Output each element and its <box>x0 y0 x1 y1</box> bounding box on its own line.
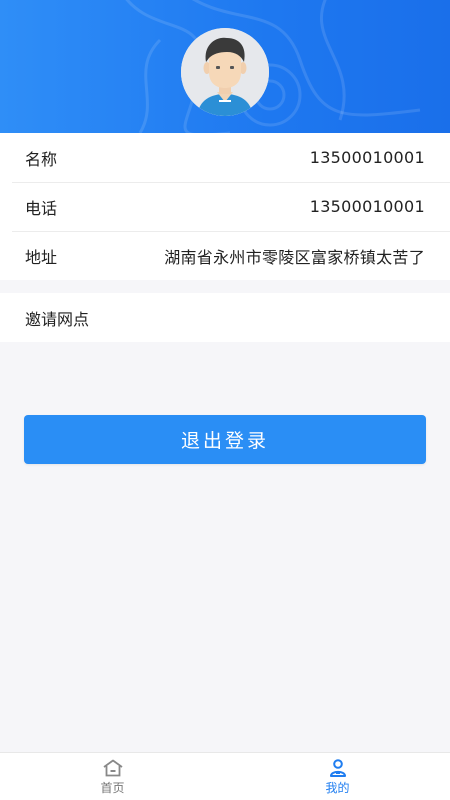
name-row: 名称 13500010001 <box>0 133 450 182</box>
name-label: 名称 <box>25 149 58 169</box>
logout-button[interactable]: 退出登录 <box>24 415 426 464</box>
avatar[interactable] <box>181 28 269 116</box>
profile-info-list: 名称 13500010001 电话 13500010001 地址 湖南省永州市零… <box>0 133 450 280</box>
phone-value: 13500010001 <box>309 197 425 216</box>
address-row: 地址 湖南省永州市零陵区富家桥镇太苦了 <box>0 231 450 280</box>
profile-page: 名称 13500010001 电话 13500010001 地址 湖南省永州市零… <box>0 0 450 800</box>
name-value: 13500010001 <box>309 148 425 167</box>
tab-home[interactable]: 首页 <box>0 753 225 800</box>
bottom-tab-bar: 首页 我的 <box>0 752 450 800</box>
tab-home-label: 首页 <box>100 780 125 795</box>
phone-label: 电话 <box>25 198 58 218</box>
address-label: 地址 <box>25 247 58 267</box>
home-icon <box>102 759 123 776</box>
tab-mine-label: 我的 <box>325 780 350 795</box>
profile-header <box>0 0 450 133</box>
phone-row: 电话 13500010001 <box>0 182 450 231</box>
tab-mine[interactable]: 我的 <box>225 753 450 800</box>
avatar-icon <box>181 28 269 116</box>
address-value: 湖南省永州市零陵区富家桥镇太苦了 <box>164 247 425 267</box>
user-icon <box>329 758 346 777</box>
invite-outlet-item[interactable]: 邀请网点 <box>0 293 450 342</box>
